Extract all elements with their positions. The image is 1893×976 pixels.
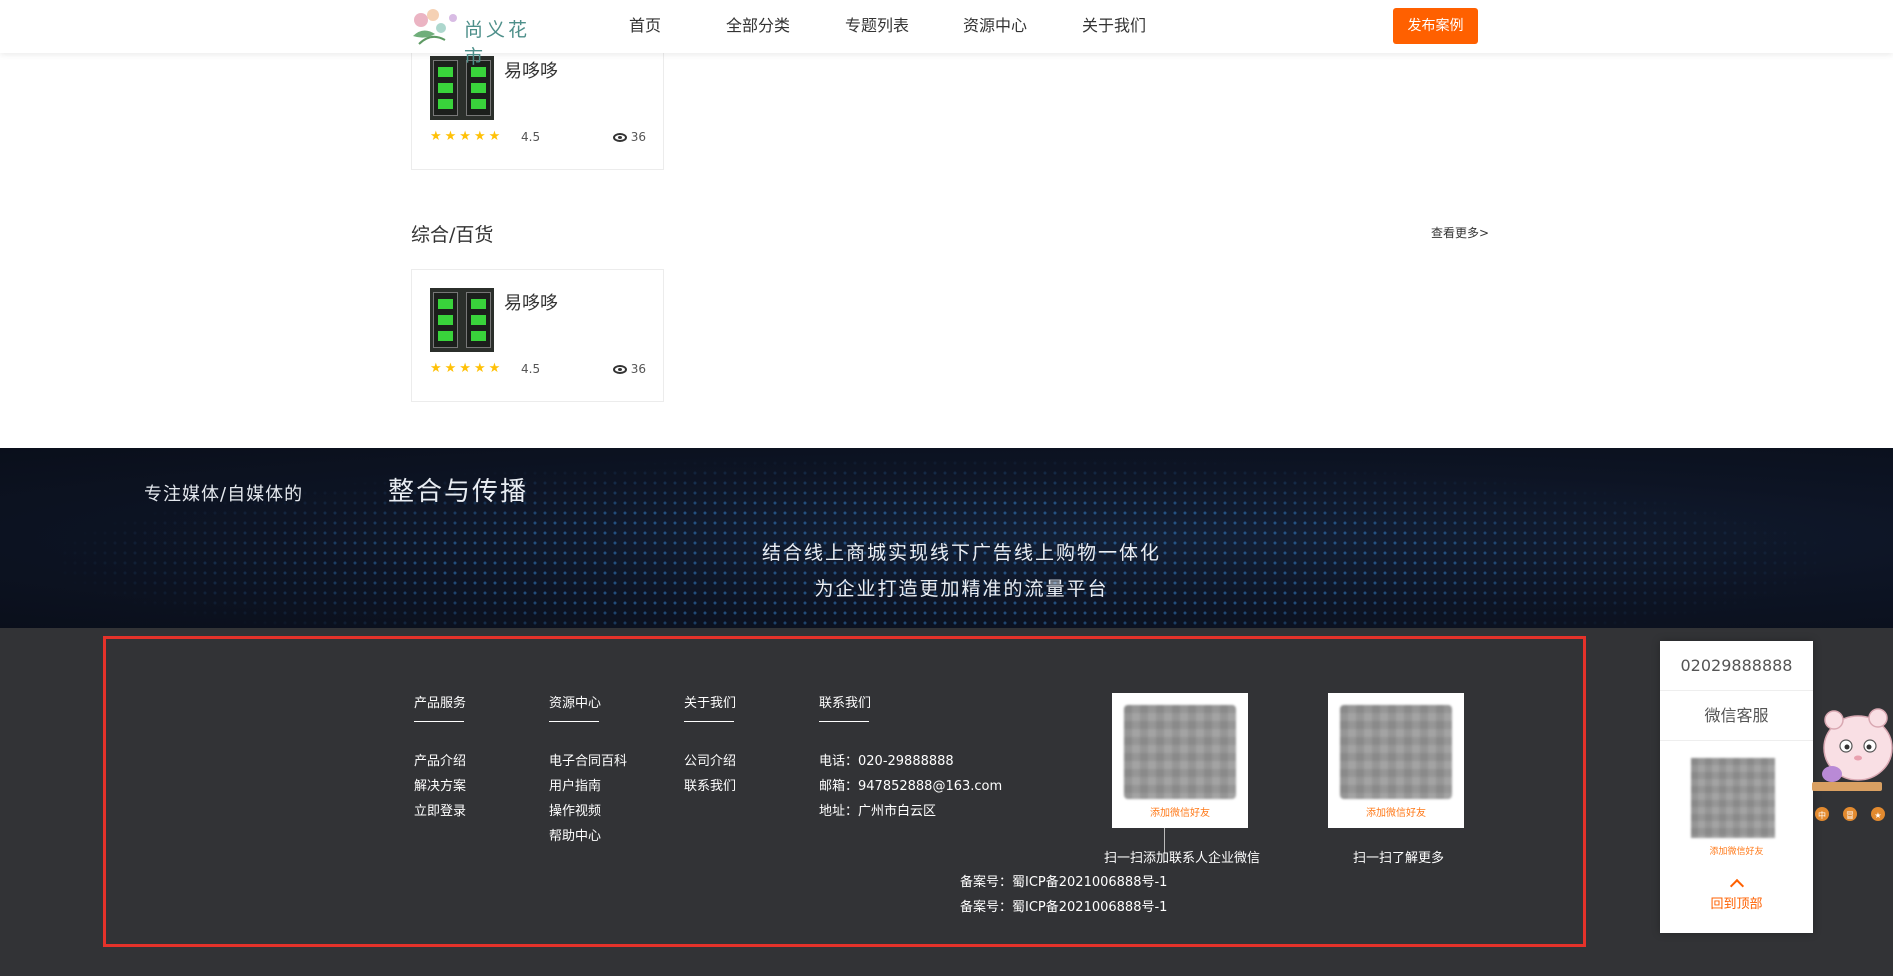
star-rating-icon: ★★★★★ (430, 361, 504, 376)
qr-label: 扫一扫了解更多 (1353, 851, 1445, 866)
svg-text:★: ★ (1874, 811, 1881, 820)
promo-banner: 专注媒体/自媒体的 整合与传播 结合线上商城实现线下广告线上购物一体化 为企业打… (0, 448, 1893, 628)
footer-column-resources: 资源中心 电子合同百科 用户指南 操作视频 帮助中心 (549, 692, 627, 849)
footer-link[interactable]: 联系我们 (684, 774, 736, 799)
footer-link[interactable]: 用户指南 (549, 774, 627, 799)
qr-caption: 添加微信好友 (1150, 808, 1210, 819)
side-qr-caption: 添加微信好友 (1709, 847, 1764, 857)
qr-code-icon (1340, 705, 1452, 799)
footer-link[interactable]: 公司介绍 (684, 749, 736, 774)
product-thumbnail (430, 288, 494, 352)
footer-link[interactable]: 解决方案 (414, 774, 466, 799)
eye-icon (612, 133, 627, 142)
contact-address: 地址：广州市白云区 (819, 804, 937, 819)
site-logo[interactable]: 尚义花市 (411, 6, 549, 68)
view-more-link[interactable]: 查看更多> (1431, 224, 1489, 241)
rating-value: 4.5 (521, 362, 541, 376)
svg-text:冒: 冒 (1846, 811, 1854, 820)
eye-icon (612, 365, 627, 374)
footer-heading: 产品服务 (414, 696, 467, 711)
heading-underline (549, 721, 599, 722)
back-to-top-label: 回到顶部 (1710, 897, 1763, 912)
footer-heading: 关于我们 (684, 696, 737, 711)
publish-case-button[interactable]: 发布案例 (1393, 8, 1478, 44)
qr-code-wechat: 添加微信好友 (1112, 693, 1248, 828)
footer-link[interactable]: 产品介绍 (414, 749, 466, 774)
icp-record: 备案号：蜀ICP备2021006888号-1 (960, 875, 1168, 890)
banner-slogan-2: 为企业打造更加精准的流量平台 (814, 578, 1109, 600)
side-wechat-service[interactable]: 微信客服 (1660, 691, 1813, 741)
footer-link[interactable]: 操作视频 (549, 799, 627, 824)
footer-column-products: 产品服务 产品介绍 解决方案 立即登录 (414, 692, 466, 824)
contact-phone: 电话：020-29888888 (819, 754, 954, 769)
nav-all-categories[interactable]: 全部分类 (726, 0, 790, 53)
footer-highlight-frame: 产品服务 产品介绍 解决方案 立即登录 资源中心 电子合同百科 用户指南 操作视… (103, 636, 1586, 947)
mascot-bear-icon: 中 冒 ★ (1812, 708, 1893, 821)
qr-label: 扫一扫添加联系人企业微信 (1104, 851, 1261, 866)
star-rating-icon: ★★★★★ (430, 129, 504, 144)
nav-resource-center[interactable]: 资源中心 (963, 0, 1027, 53)
view-count: 36 (612, 130, 646, 144)
floating-contact-panel: 02029888888 微信客服 添加微信好友 回到顶部 (1660, 641, 1813, 933)
heading-underline (819, 721, 869, 722)
banner-subtitle: 专注媒体/自媒体的 (144, 484, 304, 505)
qr-caption: 添加微信好友 (1366, 808, 1426, 819)
view-count: 36 (612, 362, 646, 376)
footer-column-about: 关于我们 公司介绍 联系我们 (684, 692, 736, 799)
footer: 产品服务 产品介绍 解决方案 立即登录 资源中心 电子合同百科 用户指南 操作视… (0, 628, 1893, 976)
back-to-top-button[interactable]: 回到顶部 (1660, 873, 1813, 923)
nav-about-us[interactable]: 关于我们 (1082, 0, 1146, 53)
section-title: 综合/百货 (411, 224, 494, 246)
banner-title: 整合与传播 (388, 477, 529, 507)
footer-heading: 资源中心 (549, 696, 602, 711)
nav-home[interactable]: 首页 (629, 0, 661, 53)
product-card[interactable]: 易哆哆 ★★★★★ 4.5 36 (411, 269, 664, 402)
side-qr-code-icon (1691, 758, 1775, 838)
side-phone-number[interactable]: 02029888888 (1660, 641, 1813, 691)
nav-topic-list[interactable]: 专题列表 (845, 0, 909, 53)
top-navbar: 尚义花市 首页 全部分类 专题列表 资源中心 关于我们 发布案例 (0, 0, 1893, 68)
chevron-up-icon (1729, 878, 1744, 894)
footer-link[interactable]: 电子合同百科 (549, 749, 627, 774)
footer-heading: 联系我们 (819, 696, 872, 711)
card-title: 易哆哆 (504, 293, 558, 314)
footer-link[interactable]: 帮助中心 (549, 824, 627, 849)
logo-text: 尚义花市 (464, 19, 531, 68)
rating-value: 4.5 (521, 130, 541, 144)
contact-email: 邮箱：947852888@163.com (819, 779, 1003, 794)
qr-code-more: 添加微信好友 (1328, 693, 1464, 828)
svg-text:中: 中 (1818, 810, 1826, 820)
flower-logo-icon (413, 9, 457, 45)
heading-underline (684, 721, 734, 722)
icp-record: 备案号：蜀ICP备2021006888号-1 (960, 900, 1168, 915)
heading-underline (414, 721, 464, 722)
footer-link[interactable]: 立即登录 (414, 799, 466, 824)
banner-slogan-1: 结合线上商城实现线下广告线上购物一体化 (761, 542, 1161, 564)
footer-column-contact: 联系我们 电话：020-29888888 邮箱：947852888@163.co… (819, 692, 1002, 824)
qr-code-icon (1124, 705, 1236, 799)
